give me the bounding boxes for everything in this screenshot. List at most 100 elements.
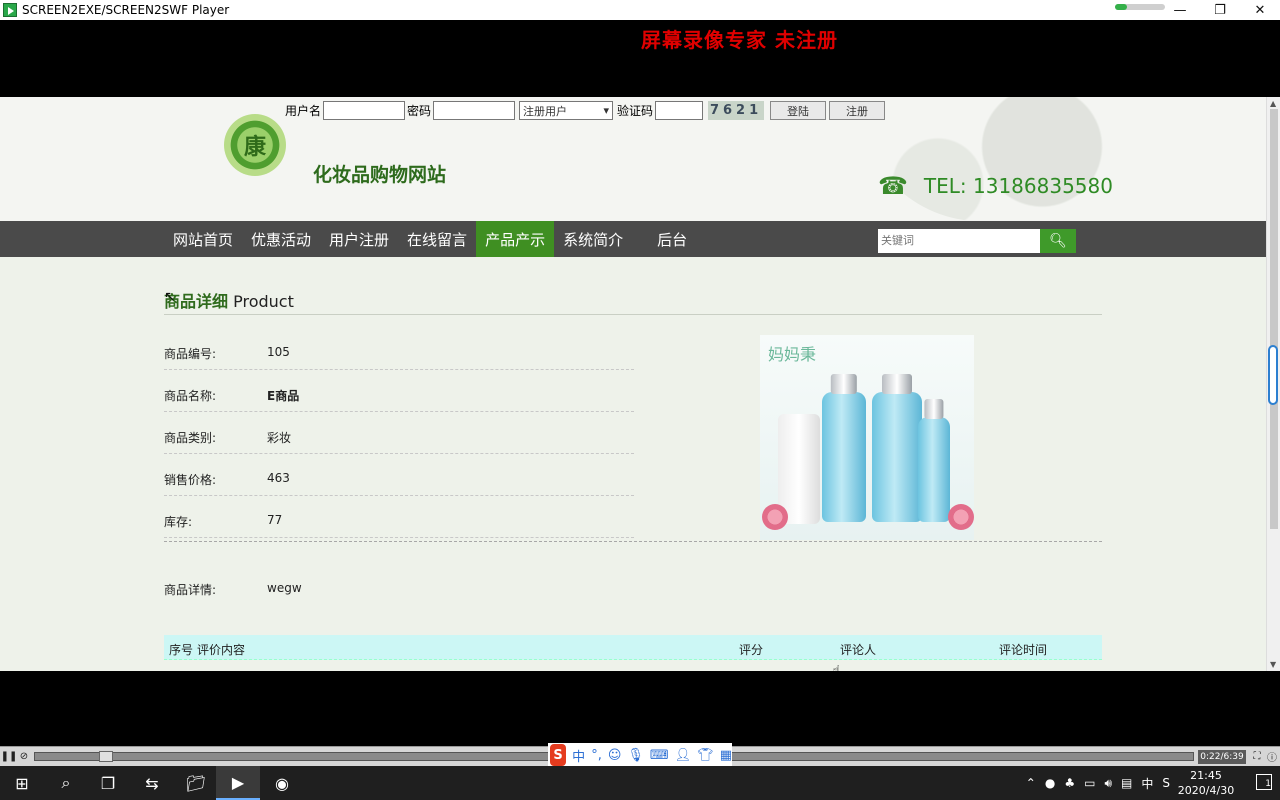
emoji-icon[interactable]: ☺: [608, 748, 622, 763]
nav-item[interactable]: 后台: [648, 221, 696, 257]
info-label: 商品类别:: [164, 431, 217, 445]
ime-toolbar: S 中 °, ☺ 🎙︎ ⌨ 👤︎ 👕︎ ▦: [548, 743, 732, 767]
info-value: 彩妆: [267, 431, 292, 445]
password-label: 密码: [407, 104, 432, 118]
restore-button[interactable]: ❐: [1200, 0, 1240, 20]
title-progress-bar: [1115, 4, 1165, 10]
review-table-header: 序号 评价内容 评分 评论人 评论时间: [164, 635, 1102, 660]
tray-app-icon[interactable]: ♣: [1064, 776, 1075, 790]
window-title: SCREEN2EXE/SCREEN2SWF Player: [22, 3, 230, 17]
sogou-tray-icon[interactable]: S: [1162, 776, 1170, 790]
flower-shape: [762, 504, 788, 530]
windows-icon[interactable]: ⊞: [0, 766, 44, 800]
header-decoration: [860, 97, 1120, 221]
logo-char: 康: [243, 135, 266, 160]
username-input[interactable]: [323, 101, 406, 120]
nav-item[interactable]: 产品产示: [476, 221, 555, 257]
site-name: 化妆品购物网站: [313, 164, 447, 186]
info-value: 463: [267, 471, 290, 485]
nav-item[interactable]: 网站首页: [164, 221, 242, 257]
tray-language[interactable]: 中: [1141, 775, 1153, 792]
detail-value: wegw: [267, 581, 302, 595]
role-select-value: 注册用户: [523, 104, 568, 118]
details-divider: [164, 541, 1102, 542]
phone-icon: ☎: [878, 172, 908, 200]
scroll-up-icon[interactable]: ▲: [1270, 99, 1276, 108]
chevron-down-icon: ▾: [603, 104, 610, 117]
stop-icon[interactable]: ⊘: [17, 750, 31, 763]
info-icon[interactable]: ⓘ: [1265, 750, 1279, 764]
playback-time: 0:22/6:39: [1198, 750, 1246, 764]
ime-mode[interactable]: 中: [572, 746, 585, 765]
product-image[interactable]: 妈妈秉: [760, 335, 974, 540]
search-button[interactable]: 🔍︎: [1040, 229, 1076, 253]
playback-knob[interactable]: [98, 751, 113, 762]
bottle-shape: [822, 392, 866, 522]
web-viewport: 用户名 密码 注册用户 ▾ 验证码 7621 登陆 注册 康 化妆品购物网站 ☎…: [0, 97, 1280, 671]
volume-icon[interactable]: 🔊︎: [1104, 776, 1112, 791]
site-logo: 康: [224, 114, 286, 176]
sogou-logo-icon[interactable]: S: [550, 744, 567, 766]
notification-icon[interactable]: 1: [1256, 774, 1272, 790]
scrollbar-thumb[interactable]: [1270, 109, 1278, 529]
captcha-label: 验证码: [617, 104, 654, 118]
review-col-time: 评论时间: [999, 643, 1048, 657]
player-app-icon: [3, 3, 17, 17]
ime-punct[interactable]: °,: [591, 748, 602, 763]
password-input[interactable]: [433, 101, 516, 120]
system-tray: ⌃ ● ♣ ▭ 🔊︎ ▤ 中 S: [1026, 766, 1170, 800]
nav-item[interactable]: 在线留言: [398, 221, 476, 257]
user-icon[interactable]: 👤︎: [675, 748, 692, 763]
register-button[interactable]: 注册: [829, 101, 886, 120]
bottle-shape: [872, 392, 922, 522]
chevron-up-icon[interactable]: ⌃: [1026, 776, 1036, 790]
keyboard-icon[interactable]: ⌨: [650, 748, 669, 763]
info-label: 商品名称:: [164, 389, 217, 403]
microphone-icon[interactable]: 🎙︎: [627, 748, 644, 763]
close-button[interactable]: ✕: [1240, 0, 1280, 20]
flower-shape: [948, 504, 974, 530]
nav-item[interactable]: 优惠活动: [242, 221, 320, 257]
task-view-icon[interactable]: ❐: [86, 766, 130, 800]
captcha-image[interactable]: 7621: [708, 101, 765, 120]
login-bar: 用户名 密码 注册用户 ▾ 验证码 7621 登陆 注册: [285, 101, 886, 120]
action-center-icon[interactable]: ▤: [1121, 776, 1132, 790]
info-value: E商品: [267, 389, 300, 403]
search-icon: 🔍︎: [1049, 233, 1067, 249]
info-row: 商品名称: E商品: [164, 370, 634, 412]
fullscreen-icon[interactable]: ⛶: [1250, 750, 1264, 763]
pause-icon[interactable]: ❚❚: [1, 750, 18, 763]
player-taskbar-icon[interactable]: ▶: [216, 766, 260, 800]
browser-icon[interactable]: ◉: [260, 766, 304, 800]
nav-item[interactable]: 系统简介: [554, 221, 632, 257]
taskbar-clock[interactable]: 21:45 2020/4/30: [1176, 768, 1236, 798]
teamviewer-icon[interactable]: ⇆: [130, 766, 174, 800]
tray-app-icon[interactable]: ●: [1045, 776, 1055, 790]
captcha-input[interactable]: [655, 101, 704, 120]
nav-item[interactable]: 用户注册: [320, 221, 398, 257]
network-icon[interactable]: ▭: [1084, 776, 1095, 790]
review-col-index: 序号: [169, 643, 194, 657]
section-title: 商品详细 Product: [164, 288, 294, 312]
minimize-button[interactable]: —: [1160, 0, 1200, 20]
role-select[interactable]: 注册用户 ▾: [519, 101, 614, 120]
mouse-cursor-icon: ↖: [164, 289, 176, 305]
scroll-down-icon[interactable]: ▼: [1270, 660, 1276, 669]
side-drag-handle[interactable]: [1268, 345, 1278, 405]
search-icon[interactable]: ⌕: [44, 766, 88, 800]
search-input[interactable]: [878, 229, 1040, 253]
grid-icon[interactable]: ▦: [720, 748, 732, 763]
detail-row: 商品详情: wegw: [164, 581, 302, 598]
recorder-watermark: 屏幕录像专家 未注册: [641, 28, 838, 52]
info-row: 商品编号: 105: [164, 328, 634, 370]
file-explorer-icon[interactable]: 📁︎: [174, 766, 218, 800]
clock-date: 2020/4/30: [1177, 784, 1235, 797]
section-title-en: Product: [228, 292, 294, 311]
window-titlebar: SCREEN2EXE/SCREEN2SWF Player — ❐ ✕: [0, 0, 1280, 20]
login-button[interactable]: 登陆: [770, 101, 827, 120]
info-label: 销售价格:: [164, 473, 217, 487]
info-value: 105: [267, 345, 290, 359]
title-divider: [164, 314, 1102, 315]
tel-text: TEL: 13186835580: [923, 174, 1113, 198]
shirt-icon[interactable]: 👕︎: [697, 748, 714, 763]
